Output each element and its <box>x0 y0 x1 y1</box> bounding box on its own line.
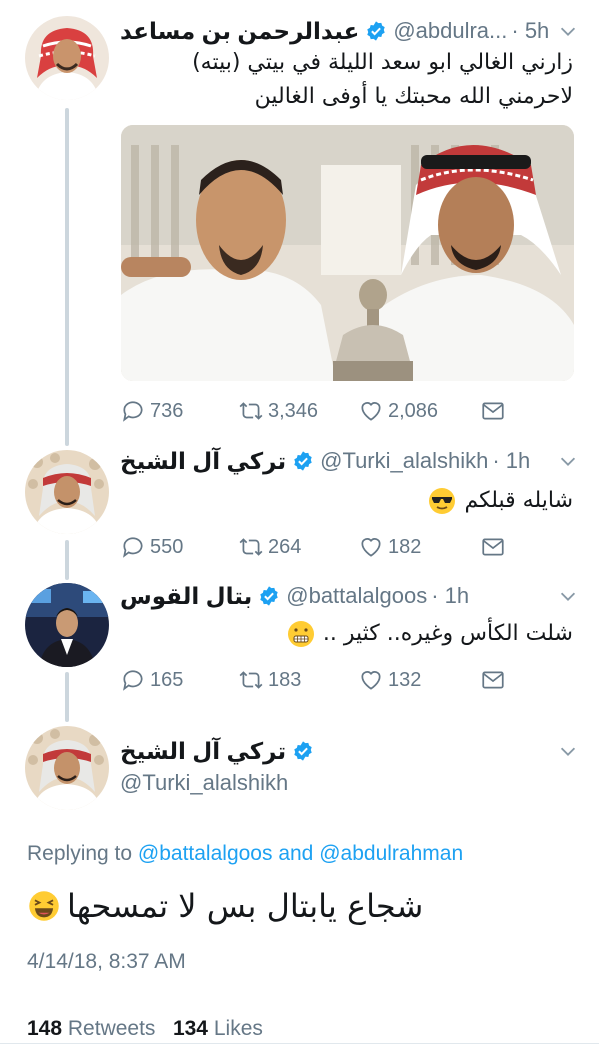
display-name[interactable]: تركي آل الشيخ <box>120 738 286 765</box>
tweet-text-row: شلت الكأس وغيره.. كثير .. <box>120 617 573 651</box>
tweet-text-row: شايله قبلكم <box>120 484 573 518</box>
tweet-timestamp: 4/14/18, 8:37 AM <box>27 950 186 973</box>
dm-button[interactable] <box>480 396 506 426</box>
tweet-stats: 148 Retweets 134 Likes <box>27 1017 263 1041</box>
retweet-button[interactable]: 264 <box>238 532 301 562</box>
tweet-3[interactable]: بتال القوس @battalalgoos · 1h شلت الكأس … <box>0 575 599 705</box>
display-name[interactable]: تركي آل الشيخ <box>120 448 286 475</box>
retweet-icon <box>239 538 263 556</box>
chevron-down-icon[interactable] <box>557 20 579 42</box>
tweet-header: تركي آل الشيخ @Turki_alalshikh · 1h <box>120 444 579 478</box>
retweets-count[interactable]: 148 <box>27 1017 62 1040</box>
retweet-count: 183 <box>268 668 302 691</box>
user-handle[interactable]: @Turki_alalshikh <box>320 448 488 474</box>
reply-count: 736 <box>150 399 184 422</box>
like-count: 2,086 <box>388 399 439 422</box>
retweets-label[interactable]: Retweets <box>68 1017 156 1040</box>
user-handle[interactable]: @battalalgoos <box>286 583 427 609</box>
reply-count: 165 <box>150 668 184 691</box>
like-icon <box>361 538 381 557</box>
dm-button[interactable] <box>480 532 506 562</box>
avatar[interactable] <box>25 583 109 667</box>
tweet-time[interactable]: · 1h <box>492 448 530 474</box>
chevron-down-icon[interactable] <box>557 450 579 472</box>
bottom-divider <box>0 1043 599 1053</box>
chevron-down-icon[interactable] <box>557 740 579 762</box>
like-count: 182 <box>388 535 422 558</box>
focused-header: تركي آل الشيخ <box>120 734 579 768</box>
display-name[interactable]: بتال القوس <box>120 583 252 610</box>
reply-button[interactable]: 165 <box>120 665 183 695</box>
reply-and[interactable]: and <box>278 842 313 865</box>
dm-icon <box>482 538 504 556</box>
retweet-icon <box>239 671 263 689</box>
retweet-button[interactable]: 3,346 <box>238 396 318 426</box>
reply-count: 550 <box>150 535 184 558</box>
tweet-header: عبدالرحمن بن مساعد @abdulra... · 5h <box>120 14 579 48</box>
like-icon <box>361 402 381 421</box>
reply-mention-2[interactable]: @abdulrahman <box>319 842 463 865</box>
like-count: 132 <box>388 668 422 691</box>
verified-badge-icon <box>294 741 312 761</box>
dm-button[interactable] <box>480 665 506 695</box>
reply-mention-1[interactable]: @battalalgoos <box>138 842 273 865</box>
tweet-text: زارني الغالي ابو سعد الليلة في بيتي (بيت… <box>192 50 573 109</box>
focused-tweet-text-row: شجاع يابتال بس لا تمسحها <box>27 880 423 932</box>
tweet-header: بتال القوس @battalalgoos · 1h <box>120 579 579 613</box>
tweet-photo[interactable] <box>121 125 574 381</box>
avatar[interactable] <box>25 450 109 534</box>
verified-badge-icon <box>294 451 312 471</box>
tweet-text: شلت الكأس وغيره.. كثير .. <box>322 621 573 646</box>
likes-label[interactable]: Likes <box>214 1017 263 1040</box>
reply-icon <box>123 401 143 422</box>
grimace-emoji-icon <box>287 621 314 647</box>
avatar[interactable] <box>25 726 109 810</box>
reply-button[interactable]: 736 <box>120 396 183 426</box>
display-name[interactable]: عبدالرحمن بن مساعد <box>120 18 359 45</box>
reply-icon <box>123 670 143 691</box>
verified-badge-icon <box>260 586 278 606</box>
reply-button[interactable]: 550 <box>120 532 183 562</box>
laughing-emoji-icon <box>29 891 59 921</box>
tweet-1[interactable]: عبدالرحمن بن مساعد @abdulra... · 5h زارن… <box>0 0 599 440</box>
tweet-2[interactable]: تركي آل الشيخ @Turki_alalshikh · 1h شايل… <box>0 440 599 570</box>
retweet-button[interactable]: 183 <box>238 665 301 695</box>
retweet-count: 3,346 <box>268 399 319 422</box>
tweet-text: شايله قبلكم <box>464 488 573 513</box>
like-button[interactable]: 2,086 <box>358 396 438 426</box>
likes-count[interactable]: 134 <box>173 1017 208 1040</box>
reply-icon <box>123 537 143 558</box>
like-button[interactable]: 182 <box>358 532 421 562</box>
retweet-icon <box>239 402 263 420</box>
tweet-time[interactable]: · 5h <box>511 18 549 44</box>
verified-badge-icon <box>367 21 386 41</box>
chevron-down-icon[interactable] <box>557 585 579 607</box>
focused-tweet-text: شجاع يابتال بس لا تمسحها <box>67 887 424 925</box>
user-handle[interactable]: @Turki_alalshikh <box>120 770 288 796</box>
user-handle[interactable]: @abdulra... <box>393 18 507 44</box>
replying-to: Replying to @battalalgoos and @abdulrahm… <box>27 842 463 866</box>
retweet-count: 264 <box>268 535 302 558</box>
tweet-actions: 550 264 182 <box>120 532 520 562</box>
tweet-time[interactable]: · 1h <box>431 583 469 609</box>
avatar[interactable] <box>25 16 109 100</box>
tweet-actions: 736 3,346 2,086 <box>120 396 520 426</box>
replying-prefix: Replying to <box>27 842 133 865</box>
like-icon <box>361 671 381 690</box>
tweet-actions: 165 183 132 <box>120 665 520 695</box>
dm-icon <box>482 402 504 420</box>
sunglasses-emoji-icon <box>429 488 456 514</box>
like-button[interactable]: 132 <box>358 665 421 695</box>
dm-icon <box>482 671 504 689</box>
